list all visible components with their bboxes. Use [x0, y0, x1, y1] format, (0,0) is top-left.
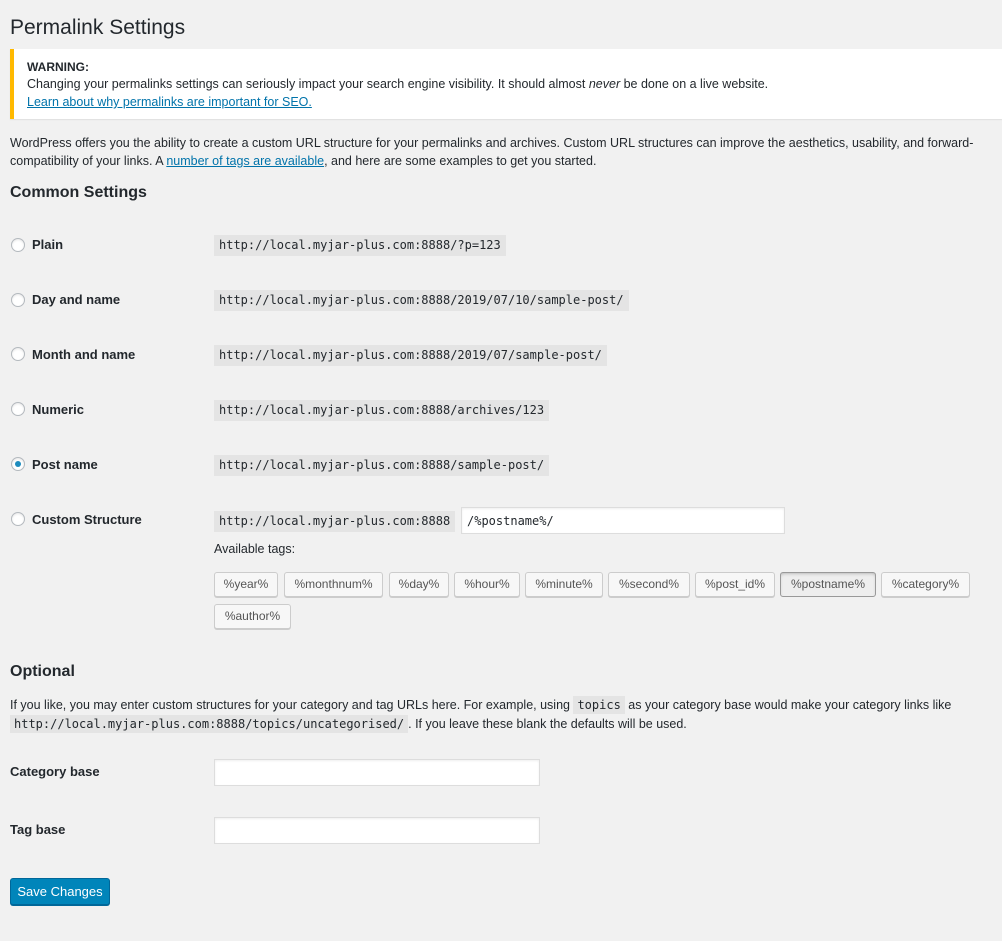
seo-learn-more-link[interactable]: Learn about why permalinks are important… — [27, 95, 312, 109]
tag-button-post-id[interactable]: %post_id% — [695, 572, 775, 597]
custom-structure-input[interactable] — [461, 507, 785, 534]
code-sample: http://local.myjar-plus.com:8888/topics/… — [10, 715, 409, 733]
radio-plain[interactable] — [11, 238, 25, 252]
tag-button-minute[interactable]: %minute% — [525, 572, 603, 597]
intro-paragraph: WordPress offers you the ability to crea… — [10, 136, 974, 168]
custom-base-url: http://local.myjar-plus.com:8888 — [214, 511, 456, 532]
example-url: http://local.myjar-plus.com:8888/sample-… — [214, 455, 550, 476]
tag-button-day[interactable]: %day% — [389, 572, 449, 597]
option-label[interactable]: Custom Structure — [32, 512, 142, 527]
tag-button-category[interactable]: %category% — [881, 572, 970, 597]
category-base-label: Category base — [10, 764, 100, 779]
warning-notice: WARNING: Changing your permalinks settin… — [10, 49, 1002, 119]
tag-button-author[interactable]: %author% — [214, 604, 291, 629]
tag-button-year[interactable]: %year% — [214, 572, 278, 597]
example-url: http://local.myjar-plus.com:8888/2019/07… — [214, 345, 607, 366]
option-label[interactable]: Month and name — [32, 347, 135, 362]
notice-emphasis: never — [588, 77, 621, 91]
page-title: Permalink Settings — [10, 16, 186, 39]
radio-day-name[interactable] — [11, 293, 25, 307]
available-tags-label: Available tags: — [214, 542, 296, 556]
notice-body: Changing your permalinks settings can se… — [27, 77, 769, 91]
example-url: http://local.myjar-plus.com:8888/2019/07… — [214, 290, 629, 311]
option-label[interactable]: Numeric — [32, 402, 84, 417]
tag-base-label: Tag base — [10, 822, 66, 837]
tag-button-hour[interactable]: %hour% — [454, 572, 520, 597]
example-url: http://local.myjar-plus.com:8888/archive… — [214, 400, 550, 421]
tag-button-monthnum[interactable]: %monthnum% — [284, 572, 383, 597]
option-label[interactable]: Plain — [32, 237, 63, 252]
optional-description: If you like, you may enter custom struct… — [10, 696, 952, 733]
option-label[interactable]: Day and name — [32, 292, 120, 307]
optional-heading: Optional — [10, 663, 75, 680]
code-sample: topics — [573, 696, 625, 714]
tag-button-second[interactable]: %second% — [608, 572, 690, 597]
radio-month-name[interactable] — [11, 347, 25, 361]
save-changes-button[interactable]: Save Changes — [10, 878, 110, 905]
radio-custom-structure[interactable] — [11, 512, 25, 526]
category-base-input[interactable] — [214, 759, 540, 786]
tag-base-input[interactable] — [214, 817, 540, 844]
common-settings-heading: Common Settings — [10, 184, 147, 201]
available-tags-link[interactable]: number of tags are available — [166, 154, 324, 168]
option-label[interactable]: Post name — [32, 457, 98, 472]
radio-post-name[interactable] — [11, 457, 25, 471]
tag-button-postname[interactable]: %postname% — [780, 572, 876, 597]
radio-numeric[interactable] — [11, 402, 25, 416]
example-url: http://local.myjar-plus.com:8888/?p=123 — [214, 235, 506, 256]
notice-heading: WARNING: — [27, 60, 89, 74]
